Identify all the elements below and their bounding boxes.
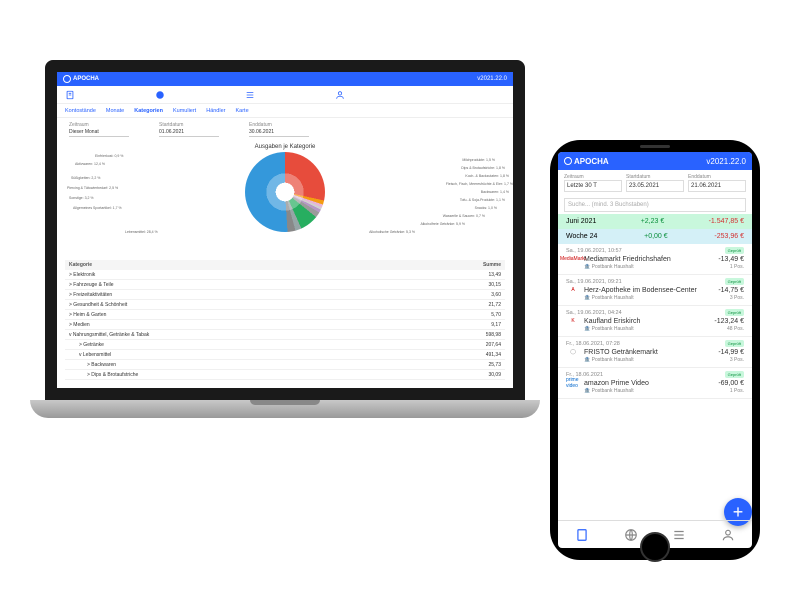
logo-icon xyxy=(63,75,71,83)
start-date-filter[interactable]: Startdatum01.06.2021 xyxy=(159,122,219,136)
laptop-base xyxy=(30,400,540,418)
tab-karte[interactable]: Karte xyxy=(235,108,248,114)
category-tabs: Kontostände Monate Kategorien Kumuliert … xyxy=(57,104,513,118)
tab-kumuliert[interactable]: Kumuliert xyxy=(173,108,196,114)
summary-week[interactable]: Woche 24 +0,00 € -253,96 € xyxy=(558,229,752,244)
nav-list-icon[interactable] xyxy=(672,528,686,542)
table-row[interactable]: > Gesundheit & Schönheit21,72 xyxy=(65,300,505,310)
slice-suess: Süßigkeiten: 2,2 % xyxy=(71,176,100,180)
chart-area: Ausgaben je Kategorie Aktivwaren: 12,4 %… xyxy=(57,140,513,260)
transaction-item[interactable]: GeprüftSa., 19.06.2021, 09:21AHerz-Apoth… xyxy=(558,275,752,306)
pie-chart[interactable] xyxy=(245,152,325,232)
end-date-filter[interactable]: Enddatum30.06.2021 xyxy=(249,122,309,136)
laptop-screen: APOCHA v2021.22.0 Kontostände Monate Kat… xyxy=(45,60,525,400)
globe-icon[interactable] xyxy=(155,90,165,100)
document-icon[interactable] xyxy=(65,90,75,100)
transaction-list: GeprüftSa., 19.06.2021, 10:57MediaMarktM… xyxy=(558,244,752,520)
phone-mockup: APOCHA v2021.22.0 ZeitraumLetzte 30 T St… xyxy=(550,140,760,560)
table-row[interactable]: > Medien9,17 xyxy=(65,320,505,330)
table-row[interactable]: > Elektronik13,49 xyxy=(65,270,505,280)
table-row[interactable]: v Lebensmittel491,34 xyxy=(65,350,505,360)
slice-sonstige: Sonstige: 3,2 % xyxy=(69,196,94,200)
table-row[interactable]: > Backwaren25,73 xyxy=(65,360,505,370)
phone-period-filter[interactable]: ZeitraumLetzte 30 T xyxy=(564,174,622,192)
merchant-icon: prime video xyxy=(566,378,580,388)
app-header: APOCHA v2021.22.0 xyxy=(57,72,513,86)
merchant-icon: ◯ xyxy=(566,347,580,357)
slice-lebensmittel: Lebensmittel: 28,4 % xyxy=(125,230,158,234)
tab-kategorien[interactable]: Kategorien xyxy=(134,108,163,114)
nav-globe-icon[interactable] xyxy=(624,528,638,542)
phone-end-filter[interactable]: Enddatum21.06.2021 xyxy=(688,174,746,192)
phone-filter-bar: ZeitraumLetzte 30 T Startdatum23.05.2021… xyxy=(558,170,752,196)
slice-sport: Allgemeines Sportartikel: 1,7 % xyxy=(73,206,122,210)
summary-month[interactable]: Juni 2021 +2,23 € -1.547,85 € xyxy=(558,214,752,229)
phone-start-filter[interactable]: Startdatum23.05.2021 xyxy=(626,174,684,192)
transaction-item[interactable]: GeprüftFr., 18.06.2021, 07:28◯FRISTO Get… xyxy=(558,337,752,368)
slice-piercing: Piercing & Tätowierbedarf: 2,5 % xyxy=(67,186,118,190)
main-toolbar xyxy=(57,86,513,104)
merchant-icon: A xyxy=(566,285,580,295)
table-row[interactable]: > Heim & Garten5,70 xyxy=(65,310,505,320)
filter-bar: ZeitraumDieser Monat Startdatum01.06.202… xyxy=(57,118,513,140)
app-version: v2021.22.0 xyxy=(477,76,507,82)
transaction-item[interactable]: GeprüftSa., 19.06.2021, 10:57MediaMarktM… xyxy=(558,244,752,275)
status-badge: Geprüft xyxy=(725,340,744,347)
tab-monate[interactable]: Monate xyxy=(106,108,124,114)
category-table: Kategorie Summe > Elektronik13,49> Fahrz… xyxy=(57,260,513,380)
status-badge: Geprüft xyxy=(725,371,744,378)
nav-user-icon[interactable] xyxy=(721,528,735,542)
status-badge: Geprüft xyxy=(725,309,744,316)
table-row[interactable]: v Nahrungsmittel, Getränke & Tabak598,98 xyxy=(65,330,505,340)
merchant-icon: K xyxy=(566,316,580,326)
app-name: APOCHA xyxy=(73,76,99,82)
status-badge: Geprüft xyxy=(725,247,744,254)
search-input[interactable]: Suche... (mind. 3 Buchstaben) xyxy=(564,198,746,212)
table-row[interactable]: > Fahrzeuge & Teile30,15 xyxy=(65,280,505,290)
merchant-icon: MediaMarkt xyxy=(566,254,580,264)
chart-title: Ausgaben je Kategorie xyxy=(65,144,505,150)
period-filter[interactable]: ZeitraumDieser Monat xyxy=(69,122,129,136)
table-row[interactable]: > Getränke207,64 xyxy=(65,340,505,350)
laptop-mockup: APOCHA v2021.22.0 Kontostände Monate Kat… xyxy=(30,60,540,560)
logo-icon xyxy=(564,157,572,165)
list-icon[interactable] xyxy=(245,90,255,100)
table-row[interactable]: > Freizeitaktivitäten3,60 xyxy=(65,290,505,300)
transaction-item[interactable]: GeprüftSa., 19.06.2021, 04:24KKaufland E… xyxy=(558,306,752,337)
phone-screen: APOCHA v2021.22.0 ZeitraumLetzte 30 T St… xyxy=(558,152,752,548)
table-header: Kategorie Summe xyxy=(65,260,505,270)
tab-haendler[interactable]: Händler xyxy=(206,108,225,114)
tab-kontostaende[interactable]: Kontostände xyxy=(65,108,96,114)
home-button[interactable] xyxy=(640,532,670,562)
user-icon[interactable] xyxy=(335,90,345,100)
table-row[interactable]: > Dips & Brotaufstriche30,09 xyxy=(65,370,505,380)
transaction-item[interactable]: GeprüftFr., 18.06.2021prime videoamazon … xyxy=(558,368,752,399)
status-badge: Geprüft xyxy=(725,278,744,285)
nav-document-icon[interactable] xyxy=(575,528,589,542)
phone-header: APOCHA v2021.22.0 xyxy=(558,152,752,170)
